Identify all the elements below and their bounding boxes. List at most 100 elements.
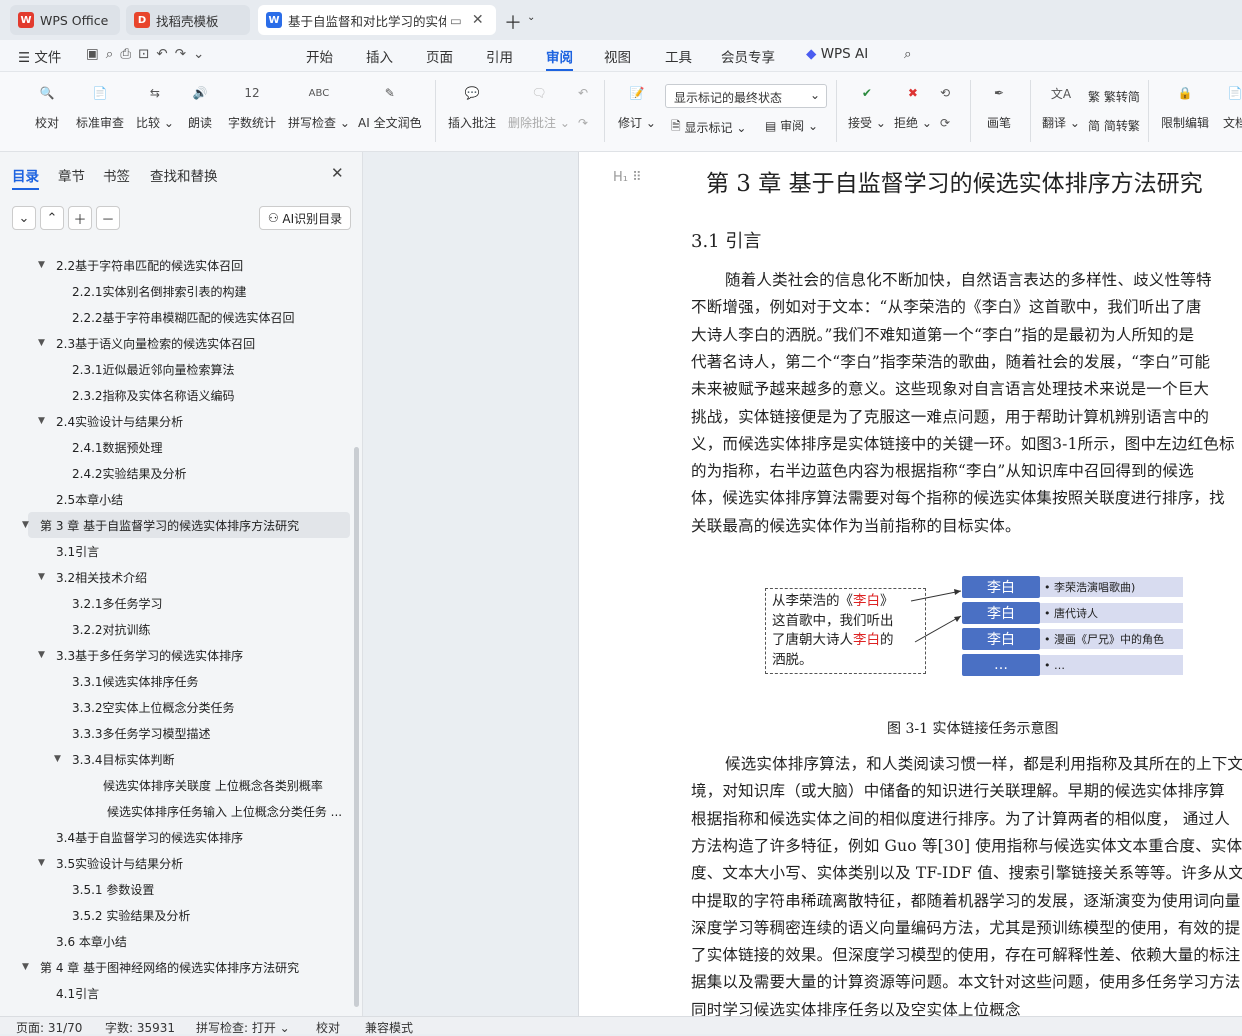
ribbon-divider bbox=[970, 80, 971, 142]
toc-item[interactable]: 3.2.2对抗训练 bbox=[0, 616, 352, 642]
toc-item[interactable]: ▼ 2.3基于语义向量检索的候选实体召回 bbox=[0, 330, 352, 356]
toc-item[interactable]: 3.2.1多任务学习 bbox=[0, 590, 352, 616]
tab-chapters[interactable]: 章节 bbox=[58, 165, 85, 185]
tab-wps-office[interactable]: W WPS Office bbox=[10, 5, 120, 35]
word-count-button[interactable]: 12 字数统计 bbox=[228, 80, 276, 131]
toc-item[interactable]: 3.3.2空实体上位概念分类任务 bbox=[0, 694, 352, 720]
collapse-all-button[interactable]: ⌄ bbox=[12, 206, 36, 230]
word-count-indicator[interactable]: 字数: 35931 bbox=[105, 1019, 175, 1036]
spell-check-status[interactable]: 拼写检查: 打开 ⌄ bbox=[196, 1019, 290, 1036]
expand-arrow-icon[interactable]: ▼ bbox=[38, 858, 45, 868]
toc-item[interactable]: ▼ 3.2相关技术介绍 bbox=[0, 564, 352, 590]
ai-toc-button[interactable]: ⚇ AI识别目录 bbox=[259, 206, 351, 230]
menu-tools[interactable]: 工具 bbox=[665, 46, 692, 66]
toc-item[interactable]: ▼ 2.4实验设计与结果分析 bbox=[0, 408, 352, 434]
tab-template[interactable]: D 找稻壳模板 bbox=[126, 5, 250, 35]
menu-start[interactable]: 开始 bbox=[306, 46, 333, 66]
compare-button[interactable]: ⇆ 比较 ⌄ bbox=[136, 80, 174, 131]
toc-item[interactable]: 2.5本章小结 bbox=[0, 486, 352, 512]
expand-up-button[interactable]: ⌃ bbox=[40, 206, 64, 230]
close-tab-icon[interactable]: ✕ bbox=[472, 12, 484, 28]
expand-arrow-icon[interactable]: ▼ bbox=[38, 260, 45, 270]
new-tab-icon[interactable]: ＋ bbox=[504, 9, 522, 35]
delete-comment-button[interactable]: 🗨 删除批注 ⌄ bbox=[508, 80, 570, 131]
wps-ai-menu[interactable]: ◆ WPS AI bbox=[806, 46, 868, 62]
spell-check-button[interactable]: ABC 拼写检查 ⌄ bbox=[288, 80, 350, 131]
toc-item[interactable]: ▼ 3.3.4目标实体判断 bbox=[0, 746, 352, 772]
translate-button[interactable]: 文A 翻译 ⌄ bbox=[1042, 80, 1080, 131]
add-heading-button[interactable]: ＋ bbox=[68, 206, 92, 230]
reject-button[interactable]: ✖ 拒绝 ⌄ bbox=[894, 80, 932, 131]
close-pane-icon[interactable]: ✕ bbox=[331, 164, 344, 182]
proofread-status[interactable]: 校对 bbox=[316, 1019, 340, 1036]
expand-arrow-icon[interactable]: ▼ bbox=[38, 572, 45, 582]
toc-item[interactable]: ▼ 第 3 章 基于自监督学习的候选实体排序方法研究 bbox=[22, 512, 350, 538]
toc-item[interactable]: 候选实体排序关联度 上位概念各类别概率 bbox=[0, 772, 352, 798]
tab-document[interactable]: W 基于自监督和对比学习的实体 ▭ ✕ bbox=[258, 5, 496, 35]
heading-style-icon[interactable]: H₁ ⠿ bbox=[613, 170, 642, 185]
toc-item[interactable]: 3.5.2 实验结果及分析 bbox=[0, 902, 352, 928]
expand-arrow-icon[interactable]: ▼ bbox=[38, 416, 45, 426]
standard-review-button[interactable]: 📄 标准审查 bbox=[76, 80, 124, 131]
review-pane-button[interactable]: ▤ 审阅 ⌄ bbox=[765, 117, 818, 134]
read-aloud-button[interactable]: 🔊 朗读 bbox=[187, 80, 213, 131]
next-comment-icon[interactable]: ↷ bbox=[578, 116, 588, 130]
markup-state-select[interactable]: 显示标记的最终状态 ⌄ bbox=[665, 84, 827, 108]
menu-page[interactable]: 页面 bbox=[426, 46, 453, 66]
expand-arrow-icon[interactable]: ▼ bbox=[22, 962, 29, 972]
simp-to-trad-button[interactable]: 简 简转繁 bbox=[1088, 117, 1140, 134]
tab-list-chevron-icon[interactable]: ⌄ bbox=[527, 12, 535, 23]
toc-item[interactable]: 3.6 本章小结 bbox=[0, 928, 352, 954]
next-change-icon[interactable]: ⟳ bbox=[940, 116, 950, 130]
pen-button[interactable]: ✒ 画笔 bbox=[986, 80, 1012, 131]
toc-item[interactable]: 3.3.3多任务学习模型描述 bbox=[0, 720, 352, 746]
trad-to-simp-button[interactable]: 繁 繁转简 bbox=[1088, 88, 1140, 105]
toc-item[interactable]: ▼ 2.2基于字符串匹配的候选实体召回 bbox=[0, 252, 352, 278]
insert-comment-button[interactable]: 💬 插入批注 bbox=[448, 80, 496, 131]
file-menu[interactable]: ☰ 文件 bbox=[18, 46, 61, 66]
toc-item[interactable]: ▼ 3.5实验设计与结果分析 bbox=[0, 850, 352, 876]
toc-item[interactable]: 2.4.1数据预处理 bbox=[0, 434, 352, 460]
expand-arrow-icon[interactable]: ▼ bbox=[54, 754, 61, 764]
toc-scrollbar[interactable] bbox=[354, 447, 359, 1007]
doc-more-button[interactable]: 📄 文档 bbox=[1222, 80, 1242, 131]
remove-heading-button[interactable]: － bbox=[96, 206, 120, 230]
toc-item[interactable]: 2.3.2指称及实体名称语义编码 bbox=[0, 382, 352, 408]
ai-polish-button[interactable]: ✎ AI 全文润色 bbox=[358, 80, 422, 131]
restrict-edit-button[interactable]: 🔒 限制编辑 bbox=[1161, 80, 1209, 131]
toc-item[interactable]: 3.3.1候选实体排序任务 bbox=[0, 668, 352, 694]
prev-change-icon[interactable]: ⟲ bbox=[940, 86, 950, 100]
track-changes-button[interactable]: 📝 修订 ⌄ bbox=[618, 80, 656, 131]
expand-arrow-icon[interactable]: ▼ bbox=[38, 338, 45, 348]
menu-reference[interactable]: 引用 bbox=[486, 46, 513, 66]
proofread-button[interactable]: 🔍 校对 bbox=[34, 80, 60, 131]
toc-item[interactable]: ▼ 第 4 章 基于图神经网络的候选实体排序方法研究 bbox=[0, 954, 352, 980]
toc-item[interactable]: 2.2.2基于字符串模糊匹配的候选实体召回 bbox=[0, 304, 352, 330]
menu-insert[interactable]: 插入 bbox=[366, 46, 393, 66]
toc-item[interactable]: 2.2.1实体别名倒排索引表的构建 bbox=[0, 278, 352, 304]
tab-bookmarks[interactable]: 书签 bbox=[103, 165, 130, 185]
accept-button[interactable]: ✔ 接受 ⌄ bbox=[848, 80, 886, 131]
expand-arrow-icon[interactable]: ▼ bbox=[38, 650, 45, 660]
prev-comment-icon[interactable]: ↶ bbox=[578, 86, 588, 100]
tab-find-replace[interactable]: 查找和替换 bbox=[150, 165, 218, 185]
expand-arrow-icon[interactable]: ▼ bbox=[22, 520, 29, 530]
toc-item[interactable]: ▼ 3.3基于多任务学习的候选实体排序 bbox=[0, 642, 352, 668]
menu-member[interactable]: 会员专享 bbox=[721, 46, 775, 66]
toc-item[interactable]: 3.1引言 bbox=[0, 538, 352, 564]
show-markup-button[interactable]: 🗎 显示标记 ⌄ bbox=[671, 117, 746, 138]
page-indicator[interactable]: 页面: 31/70 bbox=[16, 1019, 82, 1036]
menu-review[interactable]: 审阅 bbox=[546, 46, 573, 71]
tab-toc[interactable]: 目录 bbox=[12, 165, 39, 190]
toc-item[interactable]: 3.4基于自监督学习的候选实体排序 bbox=[0, 824, 352, 850]
toc-item[interactable]: 2.4.2实验结果及分析 bbox=[0, 460, 352, 486]
toc-item[interactable]: 2.3.1近似最近邻向量检索算法 bbox=[0, 356, 352, 382]
menu-view[interactable]: 视图 bbox=[604, 46, 631, 66]
quick-access-icons[interactable]: ▣⌕⎙⊡↶↷⌄ bbox=[86, 46, 211, 62]
window-icon[interactable]: ▭ bbox=[450, 13, 462, 28]
toc-item[interactable]: 4.1引言 bbox=[0, 980, 352, 1006]
ribbon-divider bbox=[1030, 80, 1031, 142]
search-icon[interactable]: ⌕ bbox=[904, 46, 912, 62]
toc-item[interactable]: 3.5.1 参数设置 bbox=[0, 876, 352, 902]
toc-item[interactable]: 候选实体排序任务输入 上位概念分类任务 ... bbox=[0, 798, 352, 824]
